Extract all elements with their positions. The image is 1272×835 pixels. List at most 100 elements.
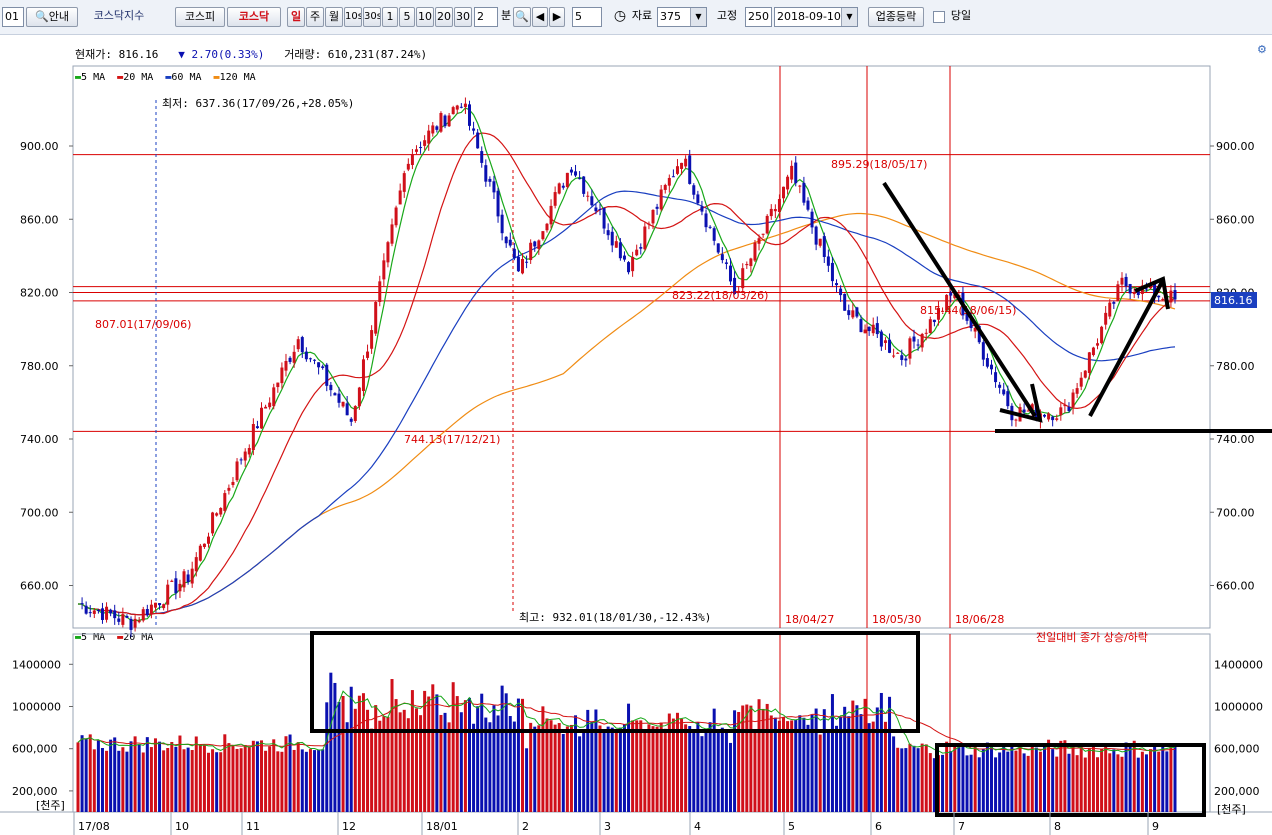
code-input[interactable]: 01 bbox=[2, 7, 24, 27]
period-month[interactable]: 월 bbox=[325, 7, 343, 27]
candle-down bbox=[125, 616, 129, 618]
candle-up bbox=[549, 205, 553, 225]
period-1[interactable]: 1 bbox=[382, 7, 398, 27]
volume-bar-up bbox=[1030, 743, 1034, 812]
minute-input[interactable]: 2 bbox=[474, 7, 498, 27]
industry-button[interactable]: 업종등락 bbox=[868, 7, 924, 27]
annotation-744: 744.13(17/12/21) bbox=[404, 433, 500, 446]
candle-up bbox=[366, 351, 370, 358]
period-10s[interactable]: 10s bbox=[344, 7, 362, 27]
period-10[interactable]: 10 bbox=[416, 7, 434, 27]
candle-up bbox=[451, 107, 455, 115]
volume-bar-down bbox=[941, 754, 945, 812]
candle-down bbox=[622, 255, 626, 260]
candle-up bbox=[753, 242, 757, 261]
candle-up bbox=[406, 163, 410, 170]
month-label: 3 bbox=[604, 820, 611, 833]
period-5[interactable]: 5 bbox=[399, 7, 415, 27]
month-label: 9 bbox=[1152, 820, 1159, 833]
data-count-select[interactable]: 375 ▼ bbox=[657, 7, 707, 27]
volume-bar-up bbox=[1157, 751, 1161, 812]
volume-bar-up bbox=[924, 744, 928, 812]
volume-bar-up bbox=[427, 696, 431, 812]
candle-down bbox=[419, 147, 423, 149]
tab-kospi[interactable]: 코스피 bbox=[175, 7, 225, 27]
candle-up bbox=[182, 571, 186, 588]
volume-bar-up bbox=[537, 725, 541, 812]
volume-bar-up bbox=[211, 749, 215, 812]
scroll-left-button[interactable]: ◀ bbox=[532, 7, 548, 27]
candle-up bbox=[1083, 370, 1087, 378]
volume-bar-up bbox=[635, 720, 639, 812]
candle-up bbox=[1071, 392, 1075, 408]
volume-bar-down bbox=[830, 694, 834, 812]
tab-kosdaq[interactable]: 코스닥 bbox=[227, 7, 281, 27]
y-tick-label-right: 900.00 bbox=[1216, 140, 1255, 153]
volume-bar-up bbox=[896, 747, 900, 812]
candle-up bbox=[651, 209, 655, 224]
candle-down bbox=[822, 236, 826, 257]
candle-up bbox=[680, 162, 684, 169]
candle-up bbox=[402, 173, 406, 192]
candle-up bbox=[1087, 352, 1091, 373]
volume-bar-up bbox=[818, 734, 822, 812]
step-input[interactable]: 5 bbox=[572, 7, 602, 27]
volume-bar-down bbox=[1051, 749, 1055, 812]
vol-tick-label-right: 1000000 bbox=[1214, 701, 1263, 714]
period-20[interactable]: 20 bbox=[435, 7, 453, 27]
volume-bar-down bbox=[606, 726, 610, 812]
period-30s[interactable]: 30s bbox=[363, 7, 381, 27]
period-week[interactable]: 주 bbox=[306, 7, 324, 27]
candle-down bbox=[496, 190, 500, 217]
date-select[interactable]: 2018-09-10 ▼ bbox=[774, 7, 858, 27]
volume-bar-down bbox=[1010, 746, 1014, 812]
volume-bar-up bbox=[451, 682, 455, 812]
volume-bar-down bbox=[733, 710, 737, 812]
volume-bar-up bbox=[1055, 756, 1059, 812]
period-day[interactable]: 일 bbox=[287, 7, 305, 27]
candle-up bbox=[133, 618, 137, 628]
candle-up bbox=[1047, 413, 1051, 420]
guide-button[interactable]: 🔍안내 bbox=[26, 7, 78, 27]
annotation-807: 807.01(17/09/06) bbox=[95, 318, 191, 331]
volume-bar-down bbox=[610, 727, 614, 812]
candle-down bbox=[321, 366, 325, 368]
candle-up bbox=[190, 568, 194, 584]
candle-up bbox=[178, 583, 182, 592]
volume-bar-up bbox=[366, 709, 370, 812]
candle-down bbox=[602, 207, 606, 229]
y-tick-label-left: 860.00 bbox=[20, 213, 59, 226]
candle-up bbox=[251, 424, 255, 451]
volume-bar-down bbox=[586, 709, 590, 812]
candle-up bbox=[769, 208, 773, 217]
candle-up bbox=[765, 215, 769, 234]
volume-bar-up bbox=[264, 750, 268, 812]
volume-bar-up bbox=[1169, 743, 1173, 812]
volume-bar-down bbox=[875, 707, 879, 812]
volume-bar-up bbox=[521, 698, 525, 812]
candle-up bbox=[292, 351, 296, 363]
candle-up bbox=[1055, 418, 1059, 420]
fixed-input[interactable]: 250 bbox=[745, 7, 772, 27]
volume-bar-down bbox=[994, 757, 998, 812]
period-30[interactable]: 30 bbox=[454, 7, 472, 27]
candle-down bbox=[1157, 295, 1161, 298]
volume-bar-up bbox=[765, 703, 769, 812]
clock-icon[interactable]: ◷ bbox=[611, 7, 629, 27]
chart-canvas[interactable]: 900.00900.00860.00860.00820.00820.00780.… bbox=[0, 40, 1272, 835]
volume-bar-down bbox=[700, 736, 704, 812]
sameday-checkbox[interactable] bbox=[933, 11, 945, 23]
volume-bar-up bbox=[105, 750, 109, 812]
volume-bar-down bbox=[806, 724, 810, 812]
volume-bar-up bbox=[757, 699, 761, 812]
scroll-right-button[interactable]: ▶ bbox=[549, 7, 565, 27]
chevron-down-icon: ▼ bbox=[841, 8, 857, 26]
candle-up bbox=[170, 580, 174, 582]
month-label: 10 bbox=[175, 820, 189, 833]
volume-bar-down bbox=[304, 751, 308, 812]
candle-up bbox=[390, 224, 394, 244]
candle-down bbox=[113, 610, 117, 619]
volume-bar-down bbox=[859, 714, 863, 812]
zoom-button[interactable]: 🔍 bbox=[513, 7, 531, 27]
volume-bar-down bbox=[949, 751, 953, 812]
